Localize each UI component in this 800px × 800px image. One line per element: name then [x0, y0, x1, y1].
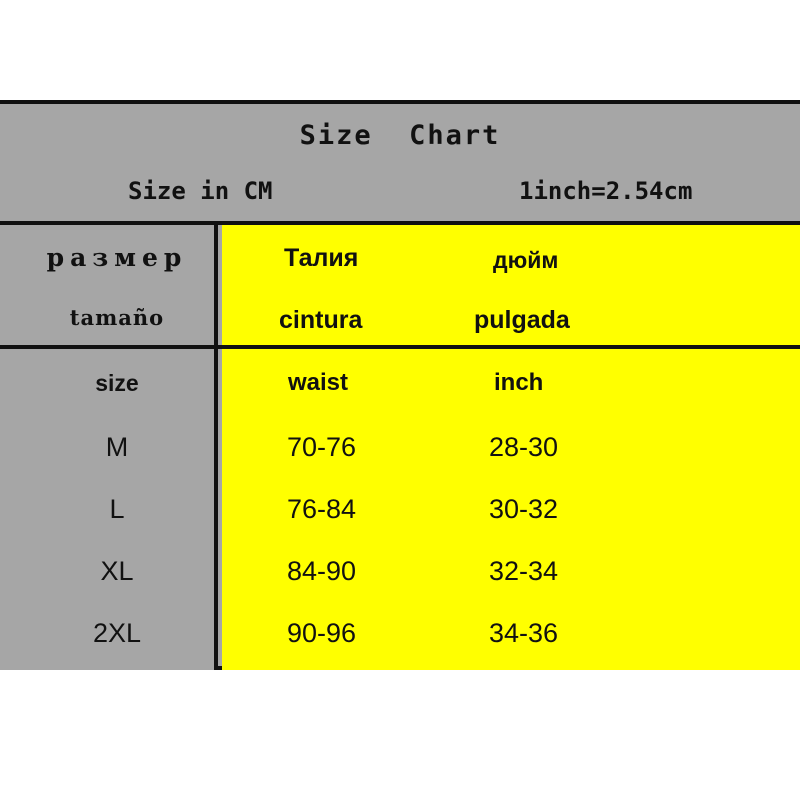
table-row: 2XL [92, 618, 142, 648]
header-waist-russian: Талия [284, 244, 359, 272]
header-size-english: size [95, 370, 139, 396]
page-title: Size Chart [299, 120, 501, 151]
header-inch-english: inch [494, 369, 544, 396]
header-size-russian: размер [46, 243, 188, 272]
table-row: 84-90 [287, 556, 357, 586]
table-row: 34-36 [489, 618, 559, 648]
chart-grid: размер tamaño Талия дюйм cintura pulgada… [0, 225, 800, 670]
header-inch-russian: дюйм [493, 247, 559, 273]
chart-banner: Size Chart Size in CM 1inch=2.54cm [0, 104, 800, 225]
header-waist-english: waist [288, 369, 349, 396]
table-row: 32-34 [489, 556, 559, 586]
table-row: 90-96 [287, 618, 357, 648]
table-row: 76-84 [287, 494, 357, 524]
table-row: XL [100, 556, 134, 586]
table-row: 28-30 [489, 432, 559, 462]
header-inch-spanish: pulgada [474, 306, 570, 334]
table-row: L [109, 494, 125, 524]
header-waist-spanish: cintura [279, 306, 363, 334]
conversion-note: 1inch=2.54cm [519, 177, 693, 205]
table-row: 70-76 [287, 432, 357, 462]
header-size-spanish: tamaño [69, 305, 165, 330]
table-row: M [105, 432, 129, 462]
table-row: 30-32 [489, 494, 559, 524]
unit-note: Size in CM [128, 177, 273, 205]
size-chart-table: Size Chart Size in CM 1inch=2.54cm разме… [0, 100, 800, 670]
